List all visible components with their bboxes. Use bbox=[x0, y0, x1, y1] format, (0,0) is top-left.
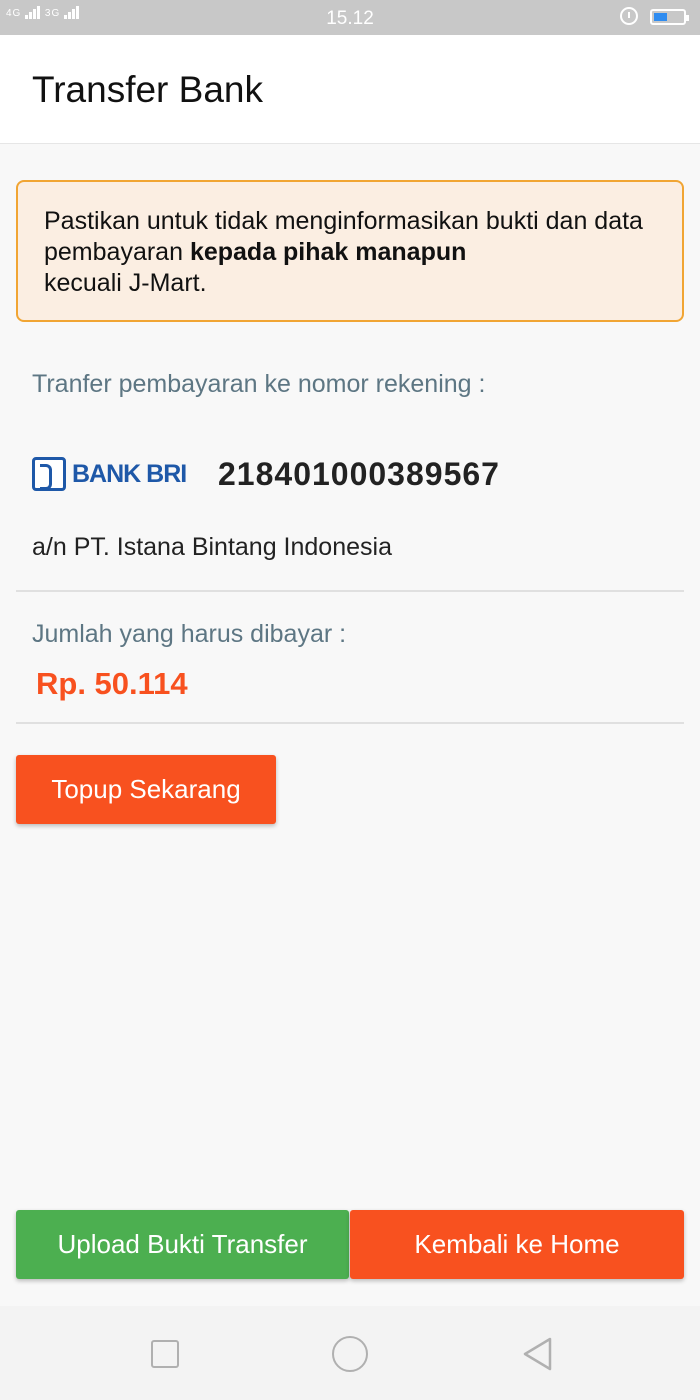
topup-button[interactable]: Topup Sekarang bbox=[16, 755, 276, 824]
back-to-home-button[interactable]: Kembali ke Home bbox=[350, 1210, 684, 1279]
status-time: 15.12 bbox=[326, 8, 374, 29]
bank-bri-logo: BANK BRI bbox=[32, 456, 187, 492]
battery-fill bbox=[654, 13, 667, 21]
home-icon[interactable] bbox=[332, 1336, 368, 1372]
notice-text-bold: kepada pihak manapun bbox=[189, 238, 467, 266]
divider bbox=[16, 722, 684, 724]
battery-icon bbox=[650, 9, 689, 25]
notice-text-end: kecuali J-Mart. bbox=[44, 269, 207, 297]
app-bar: Transfer Bank bbox=[0, 35, 700, 144]
divider bbox=[16, 590, 684, 592]
warning-notice: Pastikan untuk tidak menginformasikan bu… bbox=[16, 180, 684, 322]
system-nav-bar bbox=[0, 1306, 700, 1400]
bri-logo-icon bbox=[32, 457, 66, 491]
page-title: Transfer Bank bbox=[32, 69, 263, 110]
upload-proof-button[interactable]: Upload Bukti Transfer bbox=[16, 1210, 349, 1279]
status-bar: 4G 3G 15.12 bbox=[0, 0, 700, 35]
recent-apps-icon[interactable] bbox=[151, 1340, 179, 1368]
alarm-clock-icon bbox=[620, 7, 638, 25]
account-holder: a/n PT. Istana Bintang Indonesia bbox=[32, 533, 392, 561]
amount-label: Jumlah yang harus dibayar : bbox=[32, 620, 347, 648]
transfer-label: Tranfer pembayaran ke nomor rekening : bbox=[32, 370, 486, 398]
amount-value: Rp. 50.114 bbox=[36, 666, 188, 701]
bank-name: BANK BRI bbox=[72, 459, 187, 488]
back-icon[interactable] bbox=[521, 1336, 553, 1377]
account-number: 218401000389567 bbox=[218, 456, 500, 492]
